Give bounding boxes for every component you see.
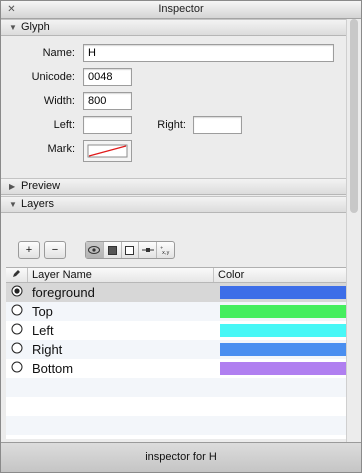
width-label: Width: xyxy=(43,95,75,107)
close-icon[interactable]: ✕ xyxy=(7,5,16,15)
pencil-icon xyxy=(13,270,20,277)
radio-unselected-icon[interactable] xyxy=(6,342,28,357)
layer-rows: foreground Top Left Right Bottom xyxy=(6,283,346,435)
layer-color-swatch[interactable] xyxy=(220,305,346,318)
name-field[interactable] xyxy=(83,44,334,62)
radio-unselected-icon[interactable] xyxy=(6,323,28,338)
filled-square-icon[interactable] xyxy=(104,242,122,258)
disclosure-open-icon[interactable]: ▼ xyxy=(9,197,17,212)
unicode-label: Unicode: xyxy=(31,71,75,83)
name-label: Name: xyxy=(42,47,75,59)
visibility-eye-icon[interactable] xyxy=(86,242,104,258)
radio-unselected-icon[interactable] xyxy=(6,304,28,319)
left-label: Left: xyxy=(53,119,75,131)
layer-row[interactable]: Top xyxy=(6,302,346,321)
no-color-swatch-icon xyxy=(87,144,128,158)
status-bar: inspector for H xyxy=(1,442,361,472)
preview-section-header[interactable]: ▶ Preview xyxy=(1,178,346,195)
layer-color-swatch[interactable] xyxy=(220,362,346,375)
window-title: Inspector xyxy=(158,3,204,15)
table-header: Layer Name Color xyxy=(6,268,346,283)
radio-unselected-icon[interactable] xyxy=(6,361,28,376)
layer-row[interactable]: foreground xyxy=(6,283,346,302)
glyph-section-title: Glyph xyxy=(21,21,50,33)
edit-column-header[interactable] xyxy=(6,268,28,282)
status-text: inspector for H xyxy=(145,451,217,463)
layers-table: Layer Name Color foreground Top Left Right B… xyxy=(6,267,346,439)
coordinates-icon[interactable]: + x,y xyxy=(157,242,174,258)
layer-color-swatch[interactable] xyxy=(220,343,346,356)
inspector-content: ▼ Glyph Name: Unicode: Width: Left: Righ… xyxy=(1,19,346,442)
layer-name[interactable]: Left xyxy=(28,323,217,338)
right-bearing-field[interactable] xyxy=(193,116,242,134)
layer-row[interactable]: Right xyxy=(6,340,346,359)
layer-name[interactable]: foreground xyxy=(28,285,217,300)
disclosure-open-icon[interactable]: ▼ xyxy=(9,20,17,35)
layer-name[interactable]: Right xyxy=(28,342,217,357)
left-bearing-field[interactable] xyxy=(83,116,132,134)
empty-row xyxy=(6,416,346,435)
remove-layer-button[interactable]: − xyxy=(44,241,66,259)
scrollbar-thumb[interactable] xyxy=(350,19,358,213)
vertical-scrollbar[interactable] xyxy=(346,19,361,442)
empty-row xyxy=(6,378,346,397)
empty-row xyxy=(6,397,346,416)
glyph-section-body: Name: Unicode: Width: Left: Right: Mark: xyxy=(1,36,346,184)
layer-name-column-header[interactable]: Layer Name xyxy=(28,268,214,282)
layer-name[interactable]: Bottom xyxy=(28,361,217,376)
layer-row[interactable]: Left xyxy=(6,321,346,340)
point-line-icon[interactable] xyxy=(139,242,158,258)
color-column-header[interactable]: Color xyxy=(214,268,346,282)
unicode-field[interactable] xyxy=(83,68,132,86)
title-bar[interactable]: ✕ Inspector xyxy=(1,1,361,19)
layer-name[interactable]: Top xyxy=(28,304,217,319)
layers-section-header[interactable]: ▼ Layers xyxy=(1,196,346,213)
preview-section-title: Preview xyxy=(21,180,61,192)
add-layer-button[interactable]: + xyxy=(18,241,40,259)
layer-view-segmented-control: + x,y xyxy=(85,241,175,259)
radio-selected-icon[interactable] xyxy=(6,285,28,300)
layer-color-swatch[interactable] xyxy=(220,286,346,299)
disclosure-closed-icon[interactable]: ▶ xyxy=(9,179,15,194)
mark-color-well[interactable] xyxy=(83,140,132,162)
mark-label: Mark: xyxy=(47,143,76,155)
layers-section-title: Layers xyxy=(21,198,55,210)
right-label: Right: xyxy=(157,119,186,131)
outline-square-icon[interactable] xyxy=(122,242,140,258)
layer-color-swatch[interactable] xyxy=(220,324,346,337)
layers-section-body: + − + x,y Layer Name Color foreground To… xyxy=(1,214,346,439)
glyph-section-header[interactable]: ▼ Glyph xyxy=(1,19,346,36)
width-field[interactable] xyxy=(83,92,132,110)
svg-text:x,y: x,y xyxy=(162,250,170,255)
inspector-window: ✕ Inspector ▼ Glyph Name: Unicode: Width… xyxy=(0,0,362,473)
layer-row[interactable]: Bottom xyxy=(6,359,346,378)
